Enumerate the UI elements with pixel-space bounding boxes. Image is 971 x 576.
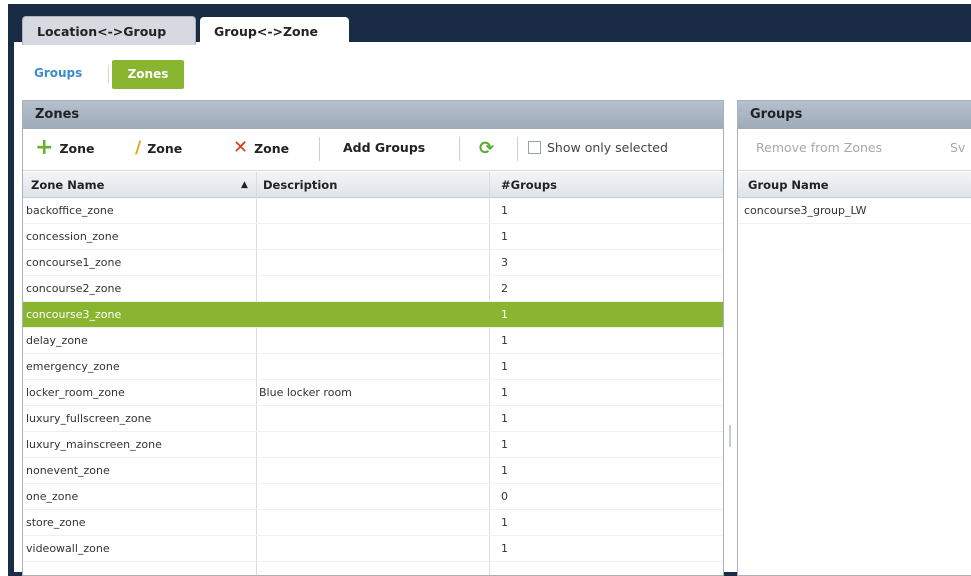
zone-group-count-cell: 1 — [501, 438, 508, 451]
show-only-selected-checkbox[interactable] — [528, 141, 541, 154]
pencil-icon: / — [135, 138, 142, 158]
groups-toolbar: Remove from Zones Sv — [738, 129, 971, 171]
toolbar-divider — [319, 137, 320, 161]
refresh-icon: ⟳ — [479, 138, 495, 159]
delete-zone-button[interactable]: ✕ Zone — [233, 137, 290, 158]
zone-group-count-cell: 1 — [501, 386, 508, 399]
zone-group-count-cell: 1 — [501, 204, 508, 217]
zone-group-count-cell: 1 — [501, 230, 508, 243]
table-row[interactable]: delay_zone 1 — [23, 328, 723, 354]
zone-name-cell: emergency_zone — [26, 360, 120, 373]
tab-location-group[interactable]: Location<->Group — [22, 16, 196, 45]
table-row[interactable]: luxury_fullscreen_zone 1 — [23, 406, 723, 432]
add-zone-label: Zone — [59, 140, 95, 156]
zone-group-count-cell: 1 — [501, 360, 508, 373]
zone-group-count-cell: 3 — [501, 256, 508, 269]
zone-group-count-cell: 1 — [501, 516, 508, 529]
delete-x-icon: ✕ — [233, 137, 249, 158]
add-zone-button[interactable]: + Zone — [35, 135, 95, 160]
zones-panel: Zones + Zone / Zone ✕ Zone Add Groups ⟳ … — [22, 100, 724, 576]
show-only-selected-label: Show only selected — [547, 140, 668, 155]
zones-column-header: Zone Name ▲ Description #Groups — [23, 172, 723, 198]
table-row[interactable]: backoffice_zone 1 — [23, 198, 723, 224]
table-row[interactable]: nonevent_zone 1 — [23, 458, 723, 484]
group-name-cell: concourse3_group_LW — [744, 204, 867, 217]
zone-name-cell: one_zone — [26, 490, 79, 503]
table-row[interactable]: concourse3_zone 1 — [23, 302, 723, 328]
groups-column-header: Group Name — [738, 172, 971, 198]
table-row[interactable]: one_zone 0 — [23, 484, 723, 510]
table-row[interactable]: luxury_mainscreen_zone 1 — [23, 432, 723, 458]
zone-name-cell: locker_room_zone — [26, 386, 125, 399]
zones-grid-body: backoffice_zone 1 concession_zone 1 concours… — [23, 198, 723, 575]
table-row[interactable]: concourse2_zone 2 — [23, 276, 723, 302]
zone-name-cell: luxury_mainscreen_zone — [26, 438, 162, 451]
refresh-button[interactable]: ⟳ — [479, 138, 494, 159]
toolbar-divider — [517, 137, 518, 161]
table-row[interactable]: concourse3_group_LW — [738, 198, 971, 224]
zones-toolbar: + Zone / Zone ✕ Zone Add Groups ⟳ Show o… — [23, 129, 723, 171]
table-row[interactable]: concession_zone 1 — [23, 224, 723, 250]
edit-zone-label: Zone — [147, 140, 183, 156]
edit-zone-button[interactable]: / Zone — [135, 138, 183, 158]
zone-description-cell: Blue locker room — [259, 386, 352, 399]
table-row[interactable]: emergency_zone 1 — [23, 354, 723, 380]
tab-group-zone[interactable]: Group<->Zone — [200, 17, 349, 45]
column-description[interactable]: Description — [263, 172, 337, 198]
zone-group-count-cell: 1 — [501, 464, 508, 477]
remove-from-zones-button[interactable]: Remove from Zones — [756, 140, 882, 155]
column-group-count[interactable]: #Groups — [501, 172, 557, 198]
zone-name-cell: nonevent_zone — [26, 464, 110, 477]
groups-panel: Groups Remove from Zones Sv Group Name c… — [737, 100, 971, 576]
panel-splitter-handle[interactable] — [727, 425, 733, 447]
column-zone-name[interactable]: Zone Name — [31, 172, 104, 198]
delete-zone-label: Zone — [254, 140, 290, 156]
table-row[interactable]: concourse1_zone 3 — [23, 250, 723, 276]
truncated-toolbar-button[interactable]: Sv — [950, 140, 965, 155]
toolbar-divider — [459, 137, 460, 161]
sort-ascending-icon[interactable]: ▲ — [241, 172, 248, 198]
zones-panel-title: Zones — [23, 101, 723, 129]
zone-name-cell: backoffice_zone — [26, 204, 114, 217]
zone-group-count-cell: 1 — [501, 542, 508, 555]
subtab-divider — [108, 65, 109, 83]
subtab-groups[interactable]: Groups — [34, 66, 82, 80]
zone-name-cell: delay_zone — [26, 334, 88, 347]
column-group-name[interactable]: Group Name — [748, 172, 829, 198]
table-row[interactable]: locker_room_zone Blue locker room 1 — [23, 380, 723, 406]
zone-name-cell: luxury_fullscreen_zone — [26, 412, 152, 425]
subtab-zones[interactable]: Zones — [112, 60, 184, 89]
table-row[interactable]: videowall_zone 1 — [23, 536, 723, 562]
groups-grid-body: concourse3_group_LW — [738, 198, 971, 575]
plus-icon: + — [35, 135, 54, 160]
zone-name-cell: videowall_zone — [26, 542, 110, 555]
add-groups-button[interactable]: Add Groups — [343, 140, 425, 155]
show-only-selected-toggle[interactable]: Show only selected — [528, 140, 668, 155]
zone-name-cell: concourse1_zone — [26, 256, 122, 269]
zone-group-count-cell: 0 — [501, 490, 508, 503]
zone-group-count-cell: 2 — [501, 282, 508, 295]
groups-panel-title: Groups — [738, 101, 971, 129]
zone-group-count-cell: 1 — [501, 334, 508, 347]
zone-group-count-cell: 1 — [501, 412, 508, 425]
zone-name-cell: concourse2_zone — [26, 282, 122, 295]
zone-name-cell: store_zone — [26, 516, 86, 529]
table-row[interactable]: store_zone 1 — [23, 510, 723, 536]
zone-name-cell: concession_zone — [26, 230, 119, 243]
zone-group-count-cell: 1 — [501, 308, 508, 321]
zone-name-cell: concourse3_zone — [26, 308, 122, 321]
